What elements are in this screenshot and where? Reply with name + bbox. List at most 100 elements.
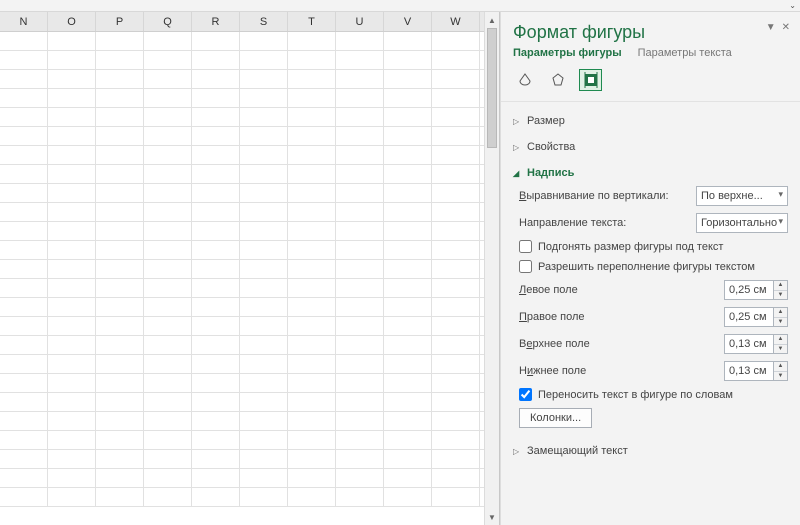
cell[interactable] — [0, 298, 48, 316]
cell[interactable] — [384, 51, 432, 69]
cell[interactable] — [240, 260, 288, 278]
cell[interactable] — [288, 412, 336, 430]
cell[interactable] — [192, 279, 240, 297]
cell[interactable] — [288, 355, 336, 373]
cell[interactable] — [288, 241, 336, 259]
cell[interactable] — [240, 317, 288, 335]
cell[interactable] — [384, 127, 432, 145]
cell[interactable] — [192, 184, 240, 202]
cell[interactable] — [192, 108, 240, 126]
cell[interactable] — [96, 165, 144, 183]
cell[interactable] — [0, 146, 48, 164]
cell[interactable] — [432, 108, 480, 126]
cell[interactable] — [336, 279, 384, 297]
spin-up-icon[interactable]: ▲ — [774, 281, 787, 291]
cell[interactable] — [384, 298, 432, 316]
cell[interactable] — [96, 431, 144, 449]
cell[interactable] — [240, 70, 288, 88]
expand-formula-bar-icon[interactable]: ⌄ — [789, 1, 796, 10]
column-header[interactable]: P — [96, 12, 144, 31]
spin-down-icon[interactable]: ▼ — [774, 318, 787, 327]
cell[interactable] — [0, 165, 48, 183]
cell[interactable] — [288, 165, 336, 183]
cell[interactable] — [192, 469, 240, 487]
section-properties[interactable]: ▷Свойства — [513, 138, 788, 156]
cell[interactable] — [48, 317, 96, 335]
autofit-input[interactable] — [519, 240, 532, 253]
cell[interactable] — [432, 298, 480, 316]
cell[interactable] — [432, 184, 480, 202]
cell[interactable] — [0, 393, 48, 411]
cell[interactable] — [288, 184, 336, 202]
cell[interactable] — [432, 127, 480, 145]
cell[interactable] — [192, 336, 240, 354]
cell[interactable] — [144, 336, 192, 354]
vertical-scrollbar[interactable]: ▲ ▼ — [484, 12, 499, 525]
cell[interactable] — [0, 279, 48, 297]
cell[interactable] — [288, 260, 336, 278]
cell[interactable] — [96, 355, 144, 373]
cell[interactable] — [384, 260, 432, 278]
cell[interactable] — [0, 222, 48, 240]
cell[interactable] — [96, 279, 144, 297]
cell[interactable] — [432, 374, 480, 392]
cell[interactable] — [336, 393, 384, 411]
cell[interactable] — [96, 450, 144, 468]
cell[interactable] — [0, 70, 48, 88]
cell[interactable] — [240, 184, 288, 202]
cell[interactable] — [336, 51, 384, 69]
panel-close-icon[interactable]: ✕ — [782, 22, 790, 33]
cell[interactable] — [96, 241, 144, 259]
cell[interactable] — [384, 279, 432, 297]
cell[interactable] — [288, 70, 336, 88]
cell[interactable] — [336, 317, 384, 335]
column-header[interactable]: V — [384, 12, 432, 31]
cell[interactable] — [0, 32, 48, 50]
cell[interactable] — [336, 260, 384, 278]
cell[interactable] — [144, 203, 192, 221]
scroll-thumb[interactable] — [487, 28, 497, 148]
cell[interactable] — [288, 317, 336, 335]
cell[interactable] — [240, 374, 288, 392]
cell[interactable] — [48, 70, 96, 88]
cell[interactable] — [48, 488, 96, 506]
column-header[interactable]: R — [192, 12, 240, 31]
cell[interactable] — [240, 450, 288, 468]
cell[interactable] — [288, 469, 336, 487]
cell[interactable] — [288, 431, 336, 449]
cell[interactable] — [288, 222, 336, 240]
cell[interactable] — [192, 146, 240, 164]
cell[interactable] — [240, 393, 288, 411]
cell[interactable] — [336, 222, 384, 240]
cell[interactable] — [432, 431, 480, 449]
valign-combo[interactable]: По верхне... — [696, 186, 788, 206]
cell[interactable] — [288, 298, 336, 316]
cell[interactable] — [240, 51, 288, 69]
cell[interactable] — [192, 165, 240, 183]
cell[interactable] — [48, 374, 96, 392]
cell[interactable] — [0, 412, 48, 430]
cell[interactable] — [96, 146, 144, 164]
cell[interactable] — [96, 70, 144, 88]
cell[interactable] — [144, 298, 192, 316]
cell[interactable] — [240, 469, 288, 487]
cell[interactable] — [240, 488, 288, 506]
cell[interactable] — [144, 317, 192, 335]
cell[interactable] — [192, 222, 240, 240]
cell[interactable] — [336, 469, 384, 487]
cell[interactable] — [192, 127, 240, 145]
cell[interactable] — [144, 127, 192, 145]
cell[interactable] — [240, 336, 288, 354]
cell[interactable] — [384, 32, 432, 50]
cell[interactable] — [288, 108, 336, 126]
cell[interactable] — [48, 241, 96, 259]
cell[interactable] — [432, 450, 480, 468]
cell[interactable] — [384, 203, 432, 221]
cell[interactable] — [432, 279, 480, 297]
cell[interactable] — [192, 317, 240, 335]
cell[interactable] — [336, 184, 384, 202]
cell[interactable] — [240, 222, 288, 240]
margin-right-input[interactable]: 0,25 см — [724, 307, 774, 327]
cell[interactable] — [0, 127, 48, 145]
fill-line-icon[interactable] — [513, 69, 536, 91]
